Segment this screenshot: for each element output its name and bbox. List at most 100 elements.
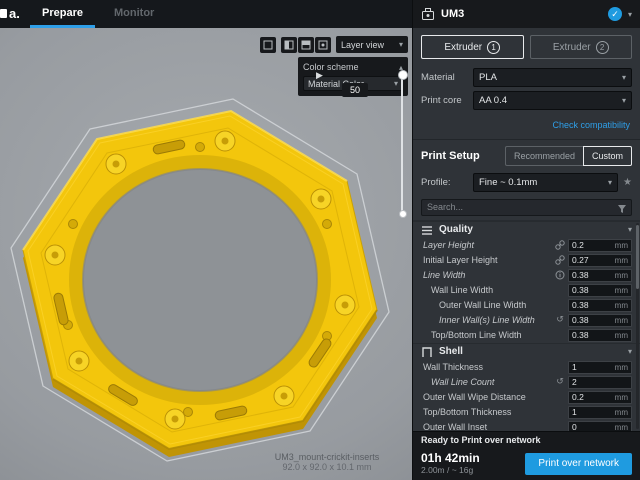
scrollbar-thumb[interactable] (636, 225, 639, 289)
chevron-down-icon: ▾ (628, 347, 632, 356)
model-info: UM3_mount-crickit-inserts 92.0 x 92.0 x … (252, 452, 402, 472)
extruder-1-tab[interactable]: Extruder 1 (421, 35, 524, 59)
setting-input[interactable]: 2 (568, 376, 632, 389)
view-preset-front-icon[interactable] (281, 37, 297, 53)
reset-icon[interactable]: ↺ (554, 377, 566, 387)
view-mode-value: Layer view (341, 40, 384, 50)
setting-value: 0.2 (572, 240, 615, 250)
setting-value: 1 (572, 362, 615, 372)
setting-input[interactable]: 0.38 mm (568, 329, 632, 342)
setting-row-wall-line-width: Wall Line Width 0.38 mm (413, 283, 640, 298)
setting-unit: mm (615, 423, 628, 432)
setting-input[interactable]: 0.27 mm (568, 254, 632, 267)
setting-label: Outer Wall Line Width (439, 300, 568, 310)
info-icon (554, 270, 566, 280)
setting-unit: mm (615, 316, 628, 325)
chevron-down-icon[interactable]: ▾ (628, 10, 632, 19)
setting-input[interactable]: 0 mm (568, 421, 632, 432)
profile-value: Fine ~ 0.1mm (479, 177, 537, 188)
favorite-star-icon[interactable]: ★ (623, 177, 632, 188)
setting-value: 0.2 (572, 392, 615, 402)
material-label: Material (421, 72, 473, 83)
setting-label: Outer Wall Inset (423, 422, 568, 431)
setting-label: Outer Wall Wipe Distance (423, 392, 568, 402)
setting-value: 2 (572, 377, 628, 387)
extruder-2-tab[interactable]: Extruder 2 (530, 35, 633, 59)
print-core-value: AA 0.4 (479, 95, 507, 106)
profile-dropdown[interactable]: Fine ~ 0.1mm ▾ (473, 173, 618, 192)
check-compatibility-link[interactable]: Check compatibility (552, 120, 630, 130)
setting-input[interactable]: 0.38 mm (568, 299, 632, 312)
category-label: Shell (439, 346, 463, 357)
settings-category-shell[interactable]: Shell ▾ (413, 343, 640, 360)
reset-icon[interactable]: ↺ (554, 315, 566, 325)
layer-slider-bottom-handle[interactable] (399, 210, 407, 218)
chevron-down-icon: ▾ (622, 96, 626, 105)
setting-row-outer-wall-line-width: Outer Wall Line Width 0.38 mm (413, 298, 640, 313)
print-over-network-button[interactable]: Print over network (525, 453, 632, 475)
setting-label: Top/Bottom Line Width (431, 330, 568, 340)
recommended-mode-button[interactable]: Recommended (505, 146, 583, 166)
setting-input[interactable]: 1 mm (568, 406, 632, 419)
print-core-label: Print core (421, 95, 473, 106)
setting-value: 0.38 (572, 270, 615, 280)
setting-input[interactable]: 0.2 mm (568, 239, 632, 252)
cura-logo-text: a. (9, 6, 20, 21)
check-compatibility-row: Check compatibility (413, 112, 640, 137)
settings-scrollbar[interactable] (636, 223, 639, 430)
setting-row-wall-thickness: Wall Thickness 1 mm (413, 360, 640, 375)
print-job-bar: 01h 42min 2.00m / ~ 16g Print over netwo… (413, 447, 640, 480)
quality-icon (421, 224, 433, 236)
view-mode-dropdown[interactable]: Layer view ▾ (336, 36, 408, 53)
material-dropdown[interactable]: PLA ▾ (473, 68, 632, 87)
simulation-play-icon[interactable]: ▶ (316, 70, 323, 81)
tab-prepare-label: Prepare (42, 7, 83, 19)
setting-row-line-width: Line Width 0.38 mm (413, 268, 640, 283)
extruder-2-badge: 2 (596, 41, 609, 54)
setting-unit: mm (615, 363, 628, 372)
printer-status-bar: Ready to Print over network (413, 431, 640, 447)
category-label: Quality (439, 224, 473, 235)
setting-input[interactable]: 0.2 mm (568, 391, 632, 404)
view-preset-side-icon[interactable] (315, 37, 331, 53)
printer-selector[interactable]: UM3 ✓ ▾ (413, 0, 640, 28)
divider (413, 139, 640, 140)
print-estimates: 01h 42min 2.00m / ~ 16g (421, 452, 517, 475)
tab-prepare[interactable]: Prepare (30, 0, 95, 28)
setting-row-top-bottom-line-width: Top/Bottom Line Width 0.38 mm (413, 328, 640, 343)
search-input[interactable] (421, 199, 632, 216)
setting-unit: mm (615, 256, 628, 265)
view-preset-top-icon[interactable] (298, 37, 314, 53)
tab-monitor[interactable]: Monitor (102, 0, 166, 28)
layer-slider-handle[interactable] (398, 70, 408, 80)
chevron-down-icon: ▾ (628, 225, 632, 234)
print-core-row: Print core AA 0.4 ▾ (413, 89, 640, 112)
setting-unit: mm (615, 331, 628, 340)
shell-icon (421, 346, 433, 358)
setting-unit: mm (615, 393, 628, 402)
viewport-3d[interactable]: Layer view ▾ Color scheme ▴ Material Col… (0, 28, 412, 480)
profile-label: Profile: (421, 177, 473, 188)
expand-view-icon[interactable] (260, 37, 276, 53)
setting-input[interactable]: 0.38 mm (568, 269, 632, 282)
layer-slider-track[interactable] (401, 75, 403, 213)
setting-value: 0.38 (572, 330, 615, 340)
filter-icon[interactable] (617, 201, 627, 219)
layer-number-badge[interactable]: 50 (342, 83, 368, 97)
material-estimate: 2.00m / ~ 16g (421, 465, 517, 475)
setting-input[interactable]: 1 mm (568, 361, 632, 374)
print-setup-row: Print Setup Recommended Custom (413, 142, 640, 171)
material-row: Material PLA ▾ (413, 66, 640, 89)
setting-value: 1 (572, 407, 615, 417)
chevron-down-icon: ▾ (608, 178, 612, 187)
printer-status-text: Ready to Print over network (421, 435, 541, 445)
setting-input[interactable]: 0.38 mm (568, 284, 632, 297)
setting-input[interactable]: 0.38 mm (568, 314, 632, 327)
setting-value: 0 (572, 422, 615, 431)
setting-unit: mm (615, 286, 628, 295)
print-core-dropdown[interactable]: AA 0.4 ▾ (473, 91, 632, 110)
link-icon (554, 240, 566, 250)
custom-mode-button[interactable]: Custom (583, 146, 632, 166)
model-filename: UM3_mount-crickit-inserts (252, 452, 402, 462)
settings-category-quality[interactable]: Quality ▾ (413, 221, 640, 238)
